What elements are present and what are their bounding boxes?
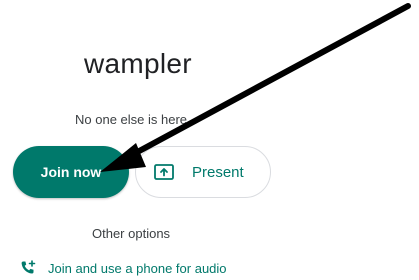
join-now-label: Join now: [40, 164, 102, 180]
present-button[interactable]: Present: [135, 146, 271, 198]
join-now-button[interactable]: Join now: [13, 146, 129, 198]
phone-add-icon: [20, 260, 36, 276]
participant-status: No one else is here: [75, 112, 188, 127]
other-options-link[interactable]: Other options: [92, 226, 170, 241]
phone-audio-label: Join and use a phone for audio: [48, 260, 227, 276]
phone-audio-link[interactable]: Join and use a phone for audio: [20, 260, 227, 276]
meeting-lobby: wampler No one else is here Join now Pre…: [0, 0, 419, 280]
annotation-arrow: [100, 3, 411, 172]
present-label: Present: [192, 163, 244, 181]
present-screen-icon: [154, 164, 174, 180]
meeting-title: wampler: [84, 48, 192, 79]
